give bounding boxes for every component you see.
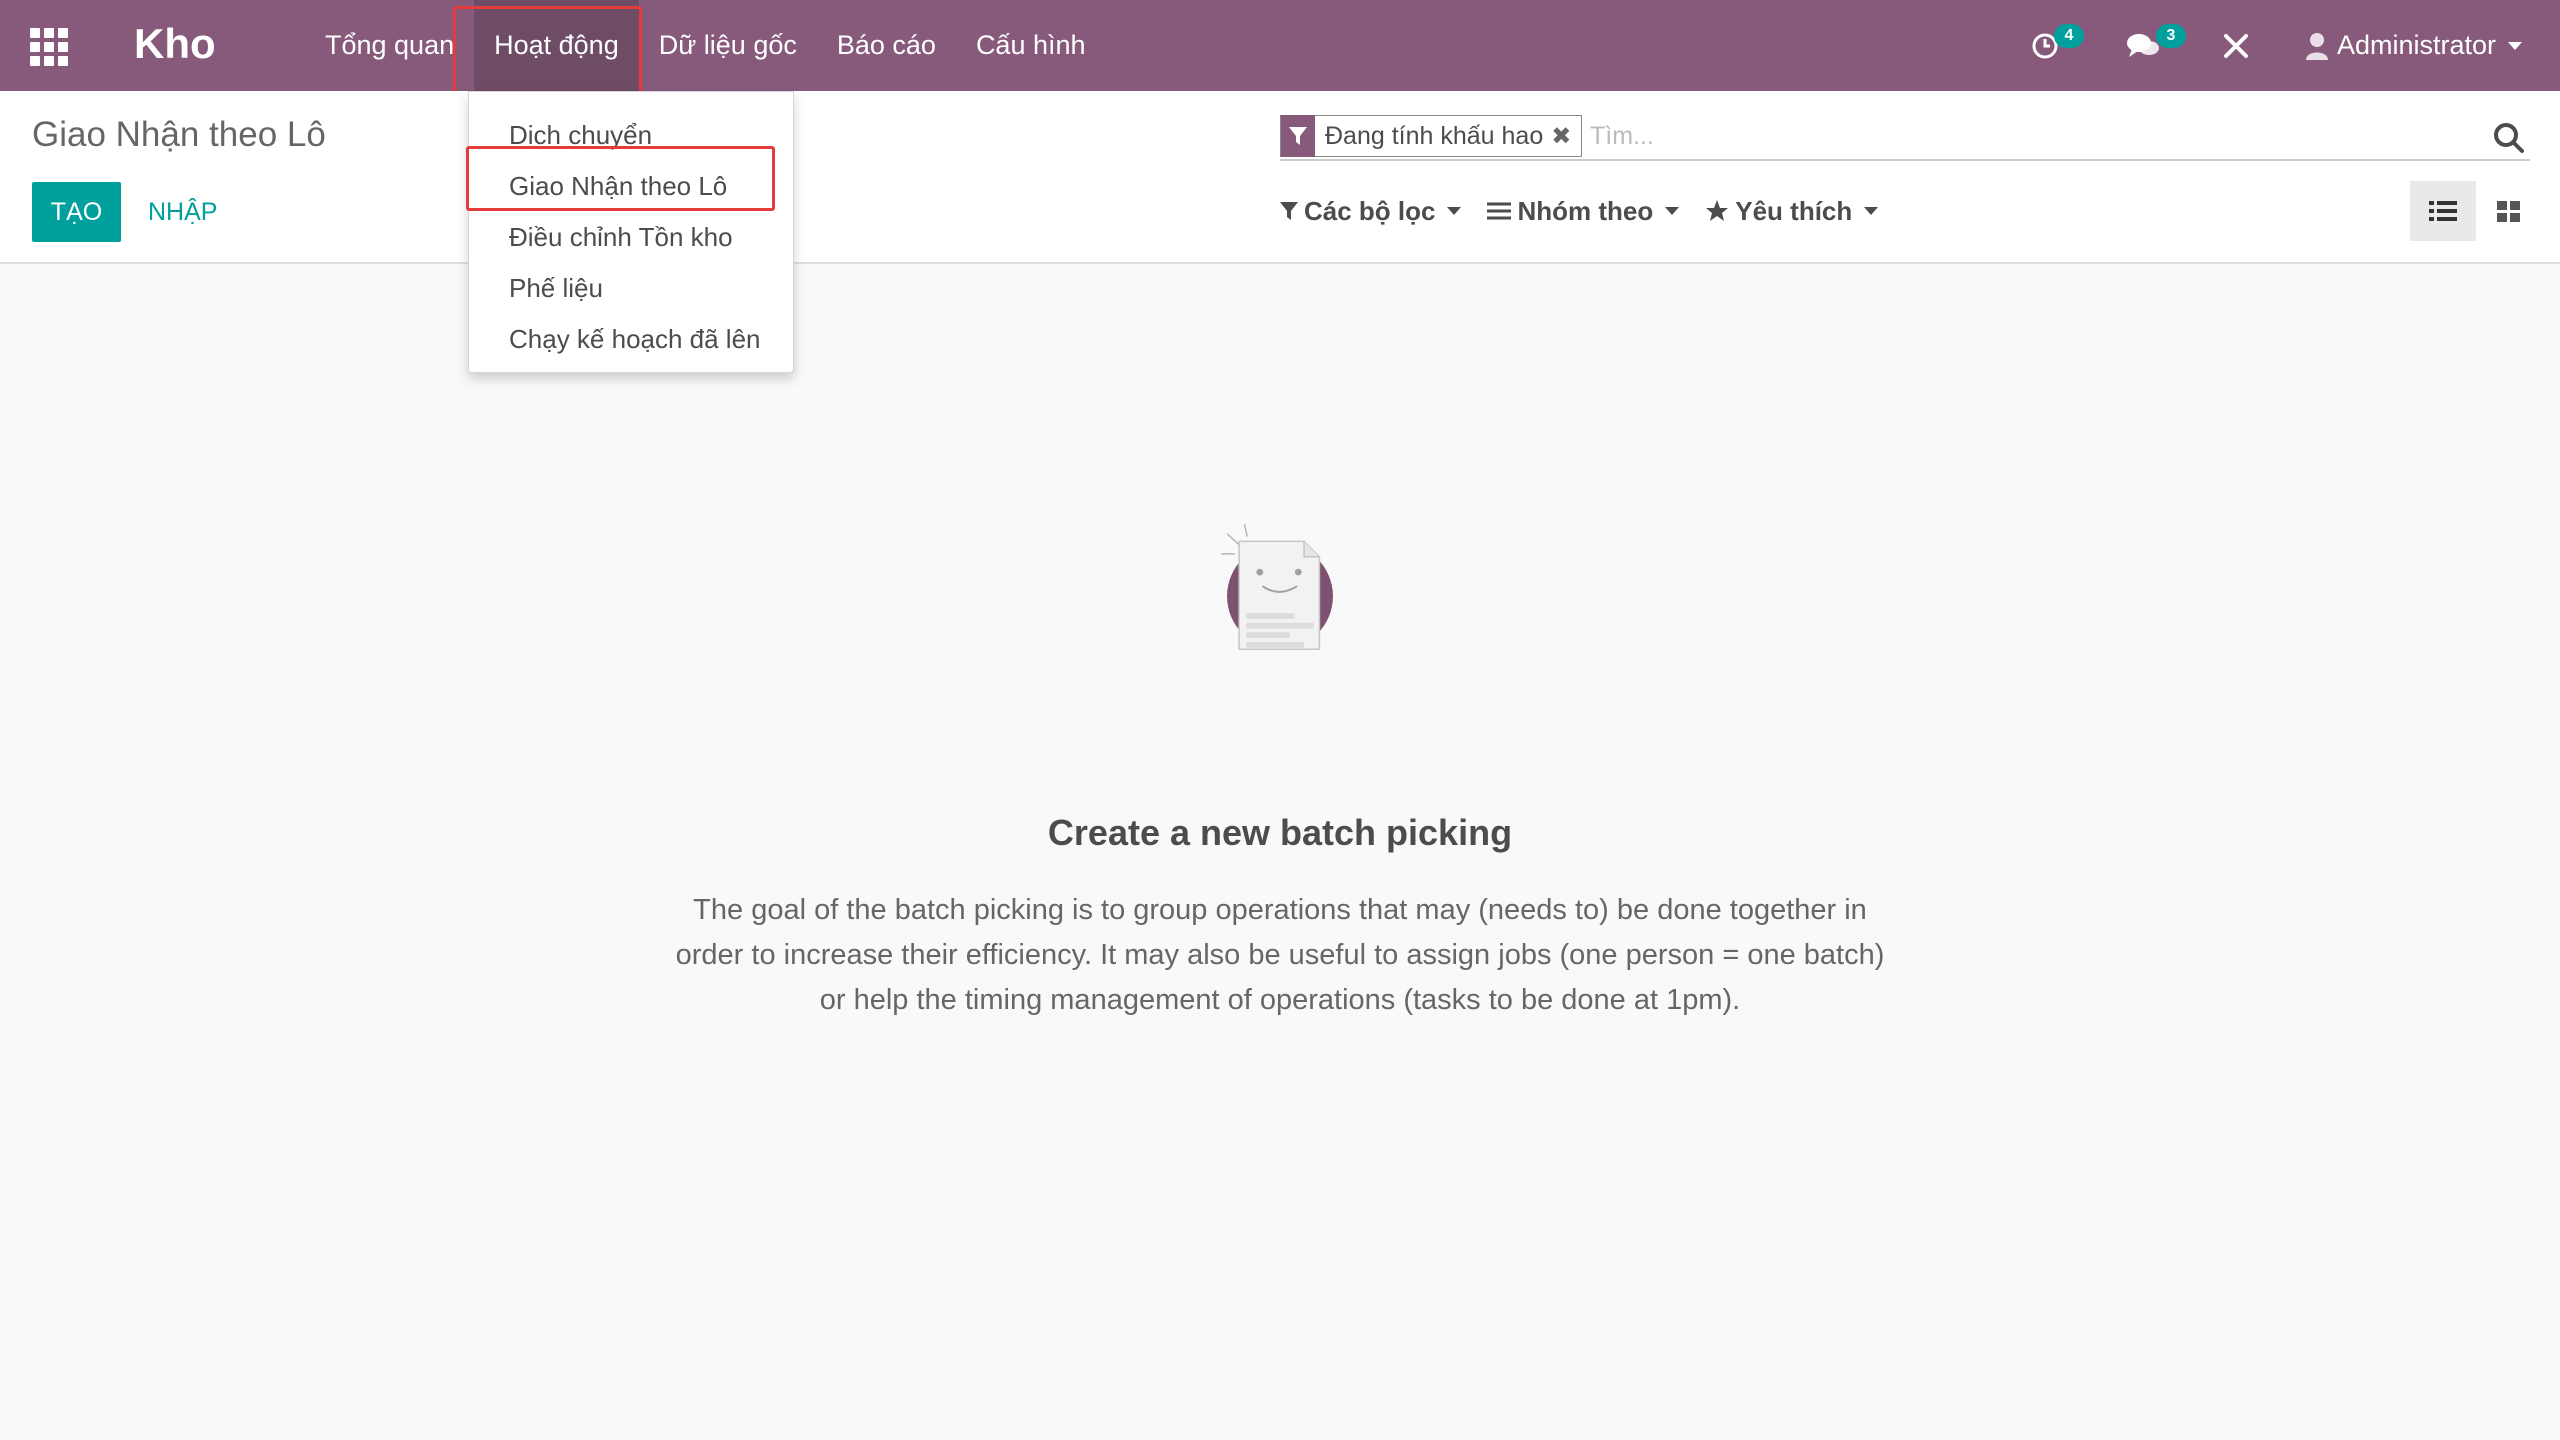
search-options: Các bộ lọc Nhóm theo Yêu thích	[1280, 191, 1904, 231]
menu-configuration[interactable]: Cấu hình	[956, 0, 1106, 91]
user-name: Administrator	[2337, 30, 2497, 60]
messages-button[interactable]: 3	[2126, 0, 2186, 91]
main-menu: Tổng quan Hoạt động Dữ liệu gốc Báo cáo …	[305, 0, 1106, 91]
kanban-view-button[interactable]	[2476, 181, 2542, 241]
search-icon[interactable]	[2492, 121, 2526, 155]
debug-tools-button[interactable]	[2222, 0, 2262, 91]
menu-master-data[interactable]: Dữ liệu gốc	[639, 0, 817, 91]
operations-dropdown: Dịch chuyển Giao Nhận theo Lô Điều chỉnh…	[468, 91, 794, 373]
chevron-down-icon	[1665, 207, 1680, 215]
bars-icon	[1487, 202, 1512, 220]
chevron-down-icon	[2508, 41, 2523, 50]
search-input[interactable]	[1590, 115, 2450, 157]
empty-state: Create a new batch picking The goal of t…	[0, 264, 2560, 1440]
group-by-button[interactable]: Nhóm theo	[1487, 196, 1680, 227]
menu-reports[interactable]: Báo cáo	[817, 0, 956, 91]
dropdown-item-run-scheduler[interactable]: Chạy kế hoạch đã lên	[469, 314, 793, 365]
top-navbar: Kho Tổng quan Hoạt động Dữ liệu gốc Báo …	[0, 0, 2560, 91]
import-button[interactable]: NHẬP	[138, 182, 227, 242]
create-button[interactable]: TẠO	[32, 182, 121, 242]
favorites-button[interactable]: Yêu thích	[1705, 196, 1879, 227]
close-icon[interactable]: ✖	[1551, 122, 1581, 151]
filter-icon	[1281, 115, 1315, 157]
facet-label: Đang tính khấu hao	[1325, 121, 1544, 150]
chat-icon	[2127, 33, 2159, 57]
control-panel: Giao Nhận theo Lô TẠO NHẬP Đang tính khấ…	[0, 91, 2560, 264]
funnel-icon	[1280, 202, 1298, 220]
breadcrumb: Giao Nhận theo Lô	[32, 115, 326, 154]
user-avatar-icon	[2306, 32, 2328, 60]
dropdown-item-inventory-adjustments[interactable]: Điều chỉnh Tồn kho	[469, 212, 793, 263]
systray: 4 3 Administrator	[2000, 0, 2560, 91]
star-icon	[1706, 200, 1729, 221]
dropdown-item-scrap[interactable]: Phế liệu	[469, 263, 793, 314]
smiling-document-icon	[1221, 524, 1333, 650]
tools-icon	[2224, 33, 2248, 58]
empty-state-description: The goal of the batch picking is to grou…	[675, 894, 1885, 1016]
filters-button[interactable]: Các bộ lọc	[1280, 196, 1462, 227]
app-brand[interactable]: Kho	[134, 20, 216, 68]
activity-badge: 4	[2054, 24, 2084, 48]
empty-state-title: Create a new batch picking	[1047, 812, 1513, 853]
grid-icon	[2497, 201, 2520, 222]
list-icon	[2429, 201, 2457, 221]
view-switcher	[2410, 181, 2542, 241]
apps-menu-icon[interactable]	[30, 28, 68, 66]
list-view-button[interactable]	[2410, 181, 2476, 241]
search-facet: Đang tính khấu hao ✖	[1280, 115, 1583, 157]
highlight-menu-operations	[453, 6, 642, 95]
menu-overview[interactable]: Tổng quan	[305, 0, 474, 91]
chevron-down-icon	[1864, 207, 1879, 215]
messages-badge: 3	[2156, 24, 2186, 48]
search-box: Đang tính khấu hao ✖	[1280, 111, 2530, 161]
user-menu[interactable]: Administrator	[2305, 0, 2545, 91]
activity-button[interactable]: 4	[2030, 0, 2090, 91]
highlight-batch-transfers	[466, 146, 775, 211]
chevron-down-icon	[1447, 207, 1462, 215]
